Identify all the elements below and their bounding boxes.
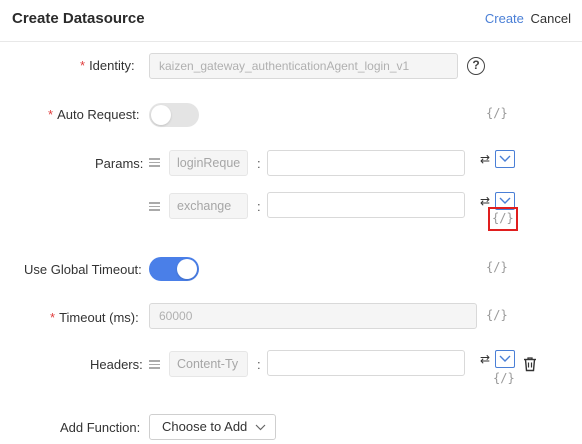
use-global-timeout-label: Use Global Timeout: bbox=[24, 262, 142, 277]
header-key-input[interactable]: Content-Ty bbox=[169, 351, 248, 377]
swap-icon[interactable]: ⇄ bbox=[477, 351, 493, 367]
header-value-input[interactable] bbox=[267, 350, 465, 376]
param-key-input[interactable]: loginReque bbox=[169, 150, 248, 176]
headers-label: Headers: bbox=[90, 357, 143, 372]
required-asterisk: * bbox=[48, 107, 54, 122]
required-asterisk: * bbox=[80, 58, 86, 73]
param-key-input[interactable]: exchange bbox=[169, 193, 248, 219]
auto-request-label: * Auto Request: bbox=[48, 107, 140, 122]
global-timeout-code-toggle-icon[interactable]: {/} bbox=[486, 260, 508, 274]
timeout-label: * Timeout (ms): bbox=[50, 310, 139, 325]
timeout-input[interactable]: 60000 bbox=[149, 303, 477, 329]
add-function-select-value: Choose to Add bbox=[162, 419, 248, 434]
params-label: Params: bbox=[95, 156, 144, 171]
create-button[interactable]: Create bbox=[485, 11, 524, 26]
chevron-down-icon bbox=[255, 424, 266, 431]
toggle-knob bbox=[151, 105, 171, 125]
drag-handle-icon[interactable] bbox=[149, 360, 160, 369]
dialog-header: Create Datasource Create Cancel bbox=[0, 0, 582, 42]
key-value-separator: : bbox=[257, 199, 261, 214]
key-value-separator: : bbox=[257, 357, 261, 372]
swap-icon[interactable]: ⇄ bbox=[477, 151, 493, 167]
add-function-select[interactable]: Choose to Add bbox=[149, 414, 276, 440]
timeout-code-toggle-icon[interactable]: {/} bbox=[486, 308, 508, 322]
param-value-input[interactable] bbox=[267, 192, 465, 218]
header-actions: Create Cancel bbox=[485, 11, 571, 26]
param-code-toggle-icon[interactable]: {/} bbox=[492, 211, 514, 225]
param-value-input[interactable] bbox=[267, 150, 465, 176]
delete-icon[interactable] bbox=[522, 356, 538, 372]
chevron-down-icon bbox=[499, 155, 511, 162]
auto-request-toggle[interactable] bbox=[149, 103, 199, 127]
cancel-button[interactable]: Cancel bbox=[531, 11, 571, 26]
auto-request-code-toggle-icon[interactable]: {/} bbox=[486, 106, 508, 120]
chevron-down-icon bbox=[499, 355, 511, 362]
help-icon[interactable]: ? bbox=[467, 57, 485, 75]
dialog-title: Create Datasource bbox=[12, 10, 145, 27]
key-value-separator: : bbox=[257, 156, 261, 171]
header-code-toggle-icon[interactable]: {/} bbox=[493, 371, 515, 385]
param-type-dropdown[interactable] bbox=[495, 150, 515, 168]
toggle-knob bbox=[177, 259, 197, 279]
drag-handle-icon[interactable] bbox=[149, 158, 160, 167]
add-function-label: Add Function: bbox=[60, 420, 141, 435]
chevron-down-icon bbox=[499, 197, 511, 204]
identity-label: * Identity: bbox=[80, 58, 135, 73]
identity-input[interactable]: kaizen_gateway_authenticationAgent_login… bbox=[149, 53, 458, 79]
use-global-timeout-toggle[interactable] bbox=[149, 257, 199, 281]
drag-handle-icon[interactable] bbox=[149, 202, 160, 211]
required-asterisk: * bbox=[50, 310, 56, 325]
header-type-dropdown[interactable] bbox=[495, 350, 515, 368]
